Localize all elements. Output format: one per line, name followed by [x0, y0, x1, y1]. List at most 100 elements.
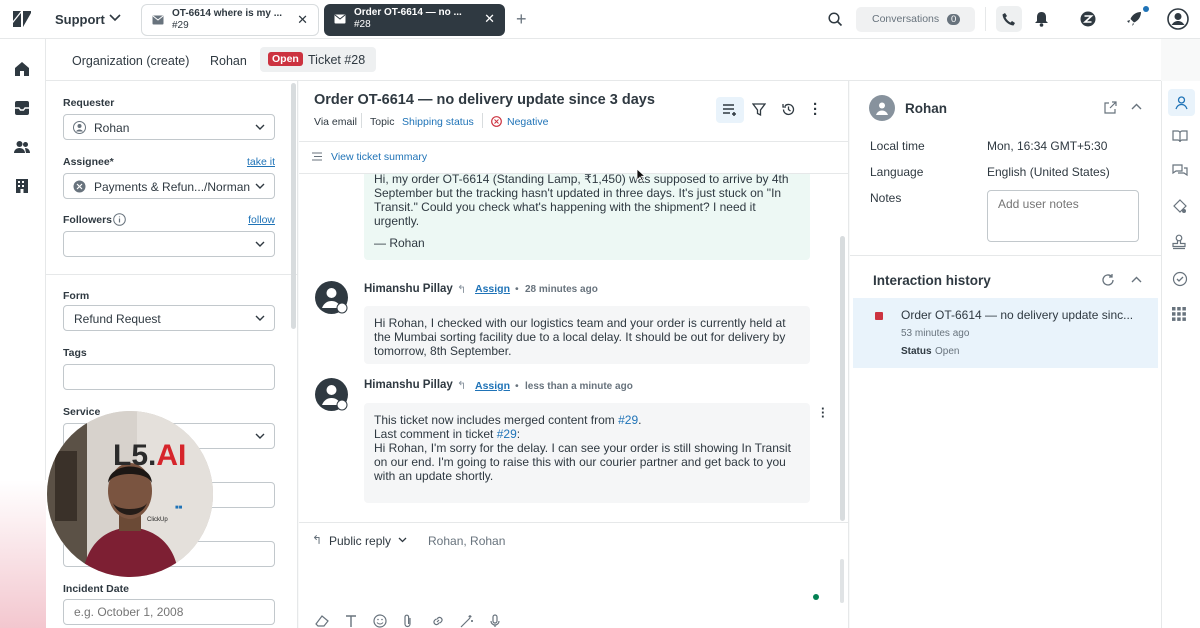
- chevron-up-icon[interactable]: [1131, 103, 1142, 110]
- requester-field[interactable]: Rohan: [63, 114, 275, 140]
- emoji-icon[interactable]: [373, 614, 387, 628]
- divider: [299, 141, 849, 142]
- ticket-title[interactable]: Order OT-6614 — no delivery update since…: [314, 92, 655, 108]
- sentiment-label[interactable]: Negative: [507, 116, 548, 128]
- views-icon[interactable]: [13, 99, 33, 119]
- assignee-label: Assignee*: [63, 156, 114, 168]
- form-label: Form: [63, 290, 90, 302]
- form-select[interactable]: Refund Request: [63, 305, 275, 331]
- svg-text:ClickUp: ClickUp: [147, 517, 168, 523]
- home-icon[interactable]: [13, 60, 33, 80]
- external-link-icon[interactable]: [1104, 101, 1117, 114]
- customer-context-icon[interactable]: [1168, 89, 1195, 116]
- chevron-up-icon[interactable]: [1131, 276, 1142, 283]
- avatar[interactable]: [315, 378, 348, 411]
- follow-link[interactable]: follow: [248, 214, 275, 226]
- user-name[interactable]: Rohan: [905, 101, 947, 116]
- stamp-icon[interactable]: [1172, 234, 1190, 252]
- user-avatar[interactable]: [869, 95, 895, 121]
- assignee-field[interactable]: Payments & Refun.../Norman: [63, 173, 275, 199]
- tags-input[interactable]: [63, 364, 275, 390]
- history-item-title: Order OT-6614 — no delivery update sinc.…: [901, 308, 1134, 322]
- tab-ticket-29[interactable]: OT-6614 where is my ... #29 ✕: [141, 4, 319, 36]
- check-circle-icon[interactable]: [1172, 271, 1190, 289]
- history-item[interactable]: Order OT-6614 — no delivery update sinc.…: [853, 298, 1158, 368]
- webcam-overlay: ClickUp ■■ L5.AI: [47, 411, 213, 577]
- zendesk-products-icon[interactable]: [1080, 11, 1096, 27]
- divider: [850, 255, 1161, 256]
- refresh-icon[interactable]: [1101, 273, 1115, 287]
- divider: [482, 113, 483, 128]
- message-author[interactable]: Himanshu Pillay: [364, 379, 453, 391]
- organizations-icon[interactable]: [13, 177, 33, 197]
- customers-icon[interactable]: [13, 138, 33, 158]
- add-tab-icon[interactable]: +: [516, 9, 527, 30]
- more-options-icon[interactable]: · · ·: [813, 97, 818, 122]
- user-notes-input[interactable]: [987, 190, 1139, 242]
- incident-date-input[interactable]: [63, 599, 275, 625]
- apps-sidebar: [1161, 81, 1200, 628]
- rocket-icon[interactable]: [1126, 11, 1142, 27]
- summary-icon: [312, 152, 322, 161]
- chevron-down-icon[interactable]: [109, 13, 121, 23]
- close-icon[interactable]: ✕: [297, 13, 308, 26]
- apps-list-icon[interactable]: [716, 97, 744, 123]
- ticket-status-icon: [875, 312, 883, 320]
- bell-icon[interactable]: [1034, 11, 1049, 27]
- link-icon[interactable]: [431, 614, 445, 628]
- status-badge: Open: [268, 52, 303, 66]
- topic-value[interactable]: Shipping status: [402, 116, 474, 128]
- history-icon[interactable]: [781, 102, 796, 117]
- reply-arrow-icon: ↰: [457, 380, 467, 392]
- message-author[interactable]: Himanshu Pillay: [364, 283, 453, 295]
- app-name[interactable]: Support: [55, 12, 105, 27]
- local-time-label: Local time: [870, 139, 925, 153]
- microphone-icon[interactable]: [490, 614, 500, 628]
- chat-bubbles-icon[interactable]: [1172, 164, 1190, 182]
- scrollbar[interactable]: [840, 236, 845, 521]
- filter-icon[interactable]: [752, 103, 766, 117]
- scrollbar[interactable]: [840, 559, 844, 603]
- message-body: This ticket now includes merged content …: [364, 403, 810, 503]
- avatar[interactable]: [315, 281, 348, 314]
- ticket-link[interactable]: #29: [618, 413, 638, 427]
- take-it-link[interactable]: take it: [247, 156, 275, 168]
- ticket-number: Ticket #28: [308, 53, 366, 67]
- breadcrumb-organization[interactable]: Organization (create): [72, 54, 189, 68]
- view-ticket-summary-link[interactable]: View ticket summary: [331, 151, 427, 163]
- message-options-icon[interactable]: · · ·: [821, 402, 825, 423]
- eraser-icon[interactable]: [315, 614, 329, 628]
- phone-icon[interactable]: [996, 6, 1022, 32]
- info-icon[interactable]: [113, 213, 126, 226]
- assign-link[interactable]: Assign: [475, 283, 510, 295]
- ai-assist-icon[interactable]: [1172, 199, 1190, 217]
- reply-recipients[interactable]: Rohan, Rohan: [428, 534, 505, 548]
- ticket-link[interactable]: #29: [497, 427, 517, 441]
- profile-avatar-icon[interactable]: [1167, 8, 1189, 30]
- divider: [46, 274, 298, 275]
- magic-wand-icon[interactable]: [460, 614, 474, 628]
- conversations-button[interactable]: Conversations 0: [856, 7, 975, 32]
- breadcrumb-user[interactable]: Rohan: [210, 54, 247, 68]
- divider: [361, 113, 362, 128]
- reply-mode-selector[interactable]: Public reply: [329, 534, 391, 548]
- followers-field[interactable]: [63, 231, 275, 257]
- chevron-down-icon[interactable]: [398, 537, 407, 543]
- tab-ticket-28[interactable]: Order OT-6614 — no ... #28 ✕: [324, 4, 505, 36]
- service-label: Service: [63, 406, 101, 418]
- search-icon[interactable]: [828, 12, 843, 27]
- apps-grid-icon[interactable]: [1172, 307, 1190, 325]
- zendesk-logo-icon[interactable]: [13, 11, 31, 27]
- close-icon[interactable]: ✕: [484, 12, 495, 25]
- online-status-dot: [813, 594, 819, 600]
- scrollbar[interactable]: [291, 83, 296, 329]
- message-text: Hi Rohan, I'm sorry for the delay. I can…: [374, 441, 791, 483]
- assign-link[interactable]: Assign: [475, 380, 510, 392]
- knowledge-icon[interactable]: [1172, 129, 1190, 147]
- attachment-icon[interactable]: [403, 614, 413, 628]
- breadcrumb-ticket[interactable]: Open Ticket #28: [260, 47, 376, 72]
- message-text: Hi Rohan, I checked with our logistics t…: [374, 316, 786, 358]
- message-text: Hi, my order OT-6614 (Standing Lamp, ₹1,…: [374, 174, 789, 228]
- separator-dot: •: [515, 380, 519, 392]
- text-format-icon[interactable]: [345, 614, 357, 628]
